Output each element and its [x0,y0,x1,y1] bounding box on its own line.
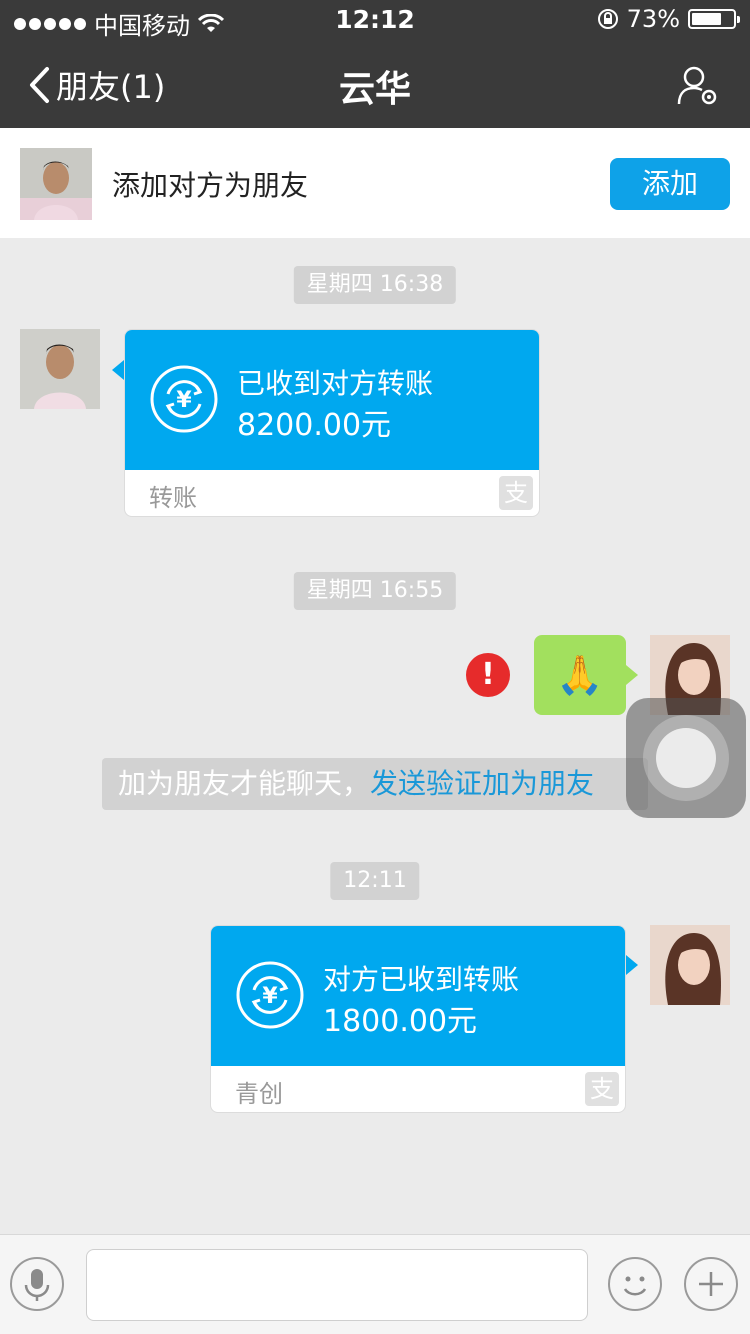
send-verification-link[interactable]: 发送验证加为朋友 [370,767,594,800]
transfer-card-received[interactable]: ¥ 已收到对方转账 8200.00元 转账 支 [124,329,540,517]
yuan-transfer-icon: ¥ [236,961,304,1029]
transfer-footer-label: 转账 [149,484,197,512]
transfer-card-footer: 青创 支 [211,1066,625,1112]
battery-icon [688,9,740,29]
transfer-amount: 8200.00元 [237,408,392,443]
nav-bar: 朋友(1) 云华 [0,40,750,128]
svg-text:¥: ¥ [176,388,192,413]
emoji-message-bubble[interactable]: 🙏 [534,635,626,715]
contact-avatar[interactable] [20,329,100,409]
timestamp: 12:11 [330,862,420,900]
bubble-tail [626,665,638,685]
rotation-lock-icon [597,9,618,29]
smiley-icon [623,1276,647,1296]
yuan-transfer-icon: ¥ [150,365,218,433]
chat-input-bar [0,1234,750,1334]
add-friend-system-message: 加为朋友才能聊天，发送验证加为朋友 [102,758,648,810]
transfer-card-body: ¥ 已收到对方转账 8200.00元 [125,330,539,470]
transfer-card-body: ¥ 对方已收到转账 1800.00元 [211,926,625,1066]
status-bar: 中国移动 12:12 73% [0,0,750,40]
transfer-title: 对方已收到转账 [323,963,520,996]
timestamp: 星期四 16:55 [293,572,457,610]
add-friend-button[interactable]: 添加 [610,158,730,210]
timestamp: 星期四 16:38 [293,266,457,304]
chat-title: 云华 [338,69,411,110]
plus-icon [699,1272,723,1296]
transfer-card-footer: 转账 支 [125,470,539,516]
emoji-button[interactable] [608,1257,662,1311]
bubble-tail [112,360,124,380]
alipay-icon: 支 [499,476,533,510]
transfer-footer-label: 青创 [235,1080,283,1108]
status-right: 73% [597,5,740,33]
bubble-tail [626,955,638,975]
more-options-button[interactable] [684,1257,738,1311]
chat-settings-icon[interactable] [676,64,720,108]
transfer-title: 已收到对方转账 [237,367,434,400]
svg-text:¥: ¥ [262,984,278,1009]
send-failed-icon[interactable]: ! [466,653,510,697]
microphone-icon [24,1269,50,1301]
system-message-text: 加为朋友才能聊天， [118,767,371,800]
transfer-amount: 1800.00元 [323,1004,478,1039]
contact-avatar[interactable] [20,148,92,220]
my-avatar[interactable] [650,925,730,1005]
praying-hands-emoji: 🙏 [556,652,604,697]
voice-input-button[interactable] [10,1257,64,1311]
assistive-touch-button[interactable] [626,698,746,818]
battery-percent: 73% [626,5,680,33]
alipay-icon: 支 [585,1072,619,1106]
message-input[interactable] [86,1249,588,1321]
transfer-card-sent[interactable]: ¥ 对方已收到转账 1800.00元 青创 支 [210,925,626,1113]
add-friend-prompt: 添加对方为朋友 [112,169,309,202]
add-friend-bar: 添加对方为朋友 添加 [0,128,750,238]
